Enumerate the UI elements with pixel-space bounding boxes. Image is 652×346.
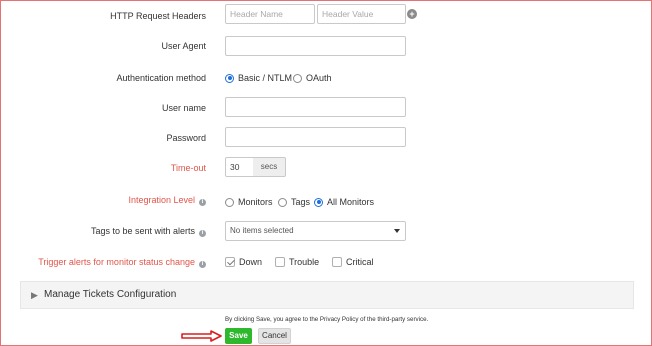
password-input[interactable] [225, 127, 406, 147]
header-value-input[interactable]: Header Value [317, 4, 406, 24]
trigger-critical-label: Critical [346, 257, 374, 267]
save-button[interactable]: Save [225, 328, 252, 344]
radio-selected-icon [314, 197, 323, 207]
radio-unselected-icon [293, 73, 302, 83]
trigger-alerts-text: Trigger alerts for monitor status change [38, 257, 195, 267]
auth-oauth-radio[interactable]: OAuth [293, 73, 332, 83]
trigger-down-checkbox[interactable]: Down [225, 257, 262, 267]
user-agent-label: User Agent [161, 41, 206, 51]
trigger-alerts-label: Trigger alerts for monitor status change… [38, 257, 206, 268]
cancel-button[interactable]: Cancel [258, 328, 291, 344]
checkbox-unchecked-icon [275, 257, 285, 267]
trigger-down-label: Down [239, 257, 263, 267]
integration-level-text: Integration Level [128, 195, 195, 205]
auth-method-label: Authentication method [116, 73, 206, 83]
trigger-critical-checkbox[interactable]: Critical [332, 257, 374, 267]
timeout-input[interactable]: 30 [225, 157, 254, 177]
user-name-input[interactable] [225, 97, 406, 117]
auth-basic-label: Basic / NTLM [238, 73, 293, 83]
tags-select-value: No items selected [230, 226, 294, 235]
http-headers-label: HTTP Request Headers [110, 11, 206, 21]
red-arrow-icon [181, 330, 222, 342]
info-icon[interactable]: i [199, 199, 206, 206]
user-name-label: User name [161, 103, 206, 113]
trigger-trouble-label: Trouble [289, 257, 320, 267]
user-agent-input[interactable] [225, 36, 406, 56]
password-label: Password [166, 133, 206, 143]
trigger-trouble-checkbox[interactable]: Trouble [275, 257, 319, 267]
info-icon[interactable]: i [199, 230, 206, 237]
page-frame: HTTP Request Headers Header Name Header … [0, 0, 652, 346]
integration-all-monitors-label: All Monitors [327, 197, 375, 207]
add-header-icon[interactable]: + [407, 9, 417, 19]
timeout-unit: secs [253, 157, 286, 177]
manage-tickets-accordion[interactable]: ▶ Manage Tickets Configuration [20, 281, 634, 309]
radio-unselected-icon [278, 197, 287, 207]
tags-label: Tags to be sent with alerts i [91, 226, 206, 237]
auth-oauth-label: OAuth [306, 73, 332, 83]
info-icon[interactable]: i [199, 261, 206, 268]
integration-tags-label: Tags [291, 197, 311, 207]
radio-unselected-icon [225, 197, 234, 207]
chevron-down-icon [394, 229, 400, 233]
manage-tickets-title: Manage Tickets Configuration [44, 289, 177, 300]
integration-monitors-radio[interactable]: Monitors [225, 197, 273, 207]
checkbox-unchecked-icon [332, 257, 342, 267]
integration-all-monitors-radio[interactable]: All Monitors [314, 197, 374, 207]
integration-monitors-label: Monitors [238, 197, 273, 207]
radio-selected-icon [225, 73, 234, 83]
checkbox-checked-icon [225, 257, 235, 267]
integration-tags-radio[interactable]: Tags [278, 197, 310, 207]
header-name-input[interactable]: Header Name [225, 4, 315, 24]
tags-label-text: Tags to be sent with alerts [90, 226, 195, 236]
tags-select[interactable]: No items selected [225, 221, 406, 241]
integration-level-label: Integration Level i [128, 195, 206, 206]
chevron-right-icon: ▶ [31, 290, 38, 300]
privacy-note: By clicking Save, you agree to the Priva… [225, 316, 429, 323]
auth-basic-radio[interactable]: Basic / NTLM [225, 73, 292, 83]
timeout-label: Time-out [170, 163, 206, 173]
